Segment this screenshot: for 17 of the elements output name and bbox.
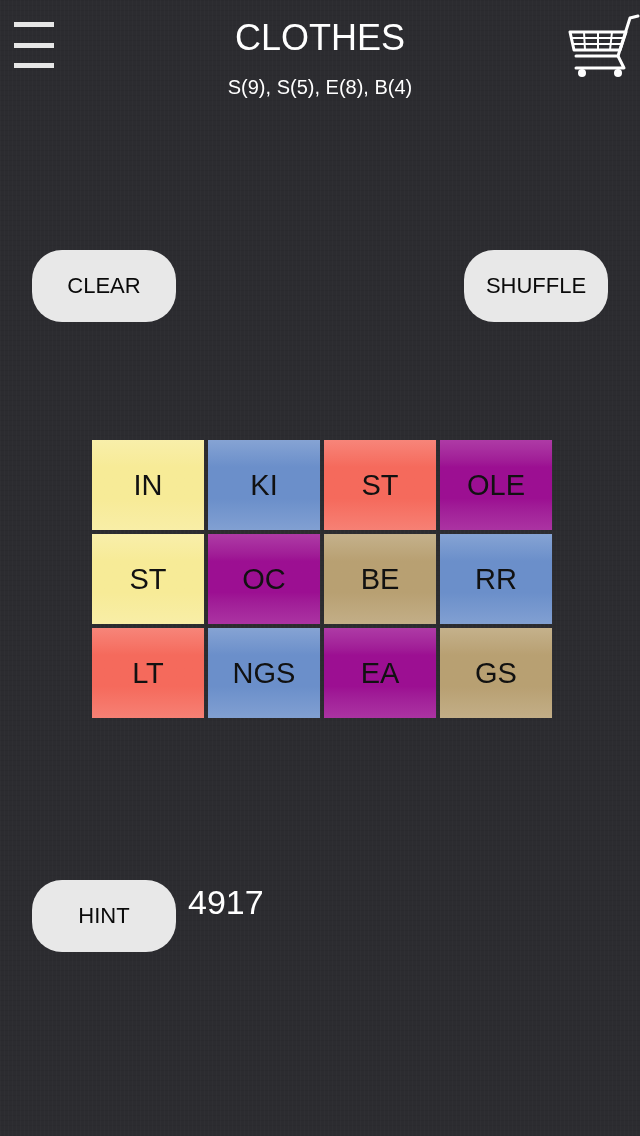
menu-icon[interactable]: [14, 22, 54, 68]
letter-tile[interactable]: BE: [324, 534, 436, 624]
score-value: 4917: [188, 882, 264, 923]
puzzle-title: CLOTHES: [234, 16, 405, 60]
letter-tile[interactable]: ST: [92, 534, 204, 624]
letter-tile[interactable]: RR: [440, 534, 552, 624]
shuffle-button[interactable]: SHUFFLE: [464, 250, 608, 322]
letter-tile[interactable]: NGS: [208, 628, 320, 718]
word-clue: S(9), S(5), E(8), B(4): [227, 75, 413, 100]
letter-tile[interactable]: LT: [92, 628, 204, 718]
cart-icon[interactable]: [568, 12, 640, 80]
letter-tile[interactable]: ST: [324, 440, 436, 530]
hint-button[interactable]: HINT: [32, 880, 176, 952]
letter-tile[interactable]: KI: [208, 440, 320, 530]
letter-tile[interactable]: GS: [440, 628, 552, 718]
clear-button[interactable]: CLEAR: [32, 250, 176, 322]
letter-tile[interactable]: IN: [92, 440, 204, 530]
